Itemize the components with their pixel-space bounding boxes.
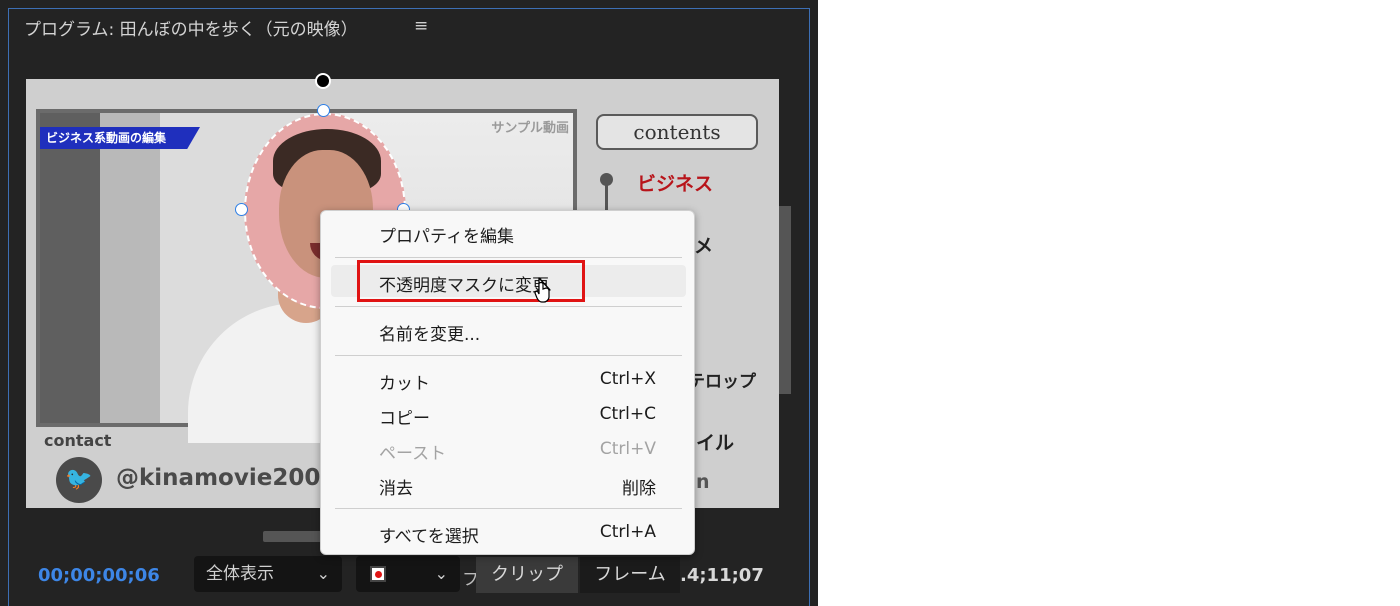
vertical-scrollbar[interactable] [779,206,791,394]
duration-timecode: .4;11;07 [680,565,764,586]
toc-item-2: メ [694,235,714,257]
menu-item-paste: ペースト Ctrl+V [379,439,656,464]
menu-item-select-all[interactable]: すべてを選択 Ctrl+A [331,516,686,548]
tab-clip[interactable]: クリップ [476,557,578,593]
panel-title: プログラム: 田んぼの中を歩く（元の映像） [24,20,358,40]
chevron-down-icon: ⌄ [316,564,330,583]
toc-item-3: テロップ [688,372,756,392]
tab-frame[interactable]: フレーム [580,557,680,593]
program-monitor-panel: プログラム: 田んぼの中を歩く（元の映像） ≡ ビジネス系動画の編集 サンプル動… [0,0,818,606]
mask-handle-top[interactable] [317,104,330,117]
mouse-cursor-icon [534,277,551,303]
contents-box: contents [596,114,758,150]
menu-separator [335,355,682,356]
menu-item-clear[interactable]: 消去 削除 [331,468,686,500]
record-select[interactable]: ⌄ [356,556,460,592]
contact-label: contact [44,431,112,450]
menu-separator [335,257,682,258]
sample-label: サンプル動画 [491,121,569,136]
toc-item-4: イル [696,432,735,454]
toc-item-business: ビジネス [637,173,714,195]
record-icon [370,566,386,582]
menu-item-cut[interactable]: カット Ctrl+X [331,363,686,395]
zoom-select[interactable]: 全体表示 ⌄ [194,556,342,592]
menu-item-copy[interactable]: コピー Ctrl+C [331,398,686,430]
panel-menu-icon[interactable]: ≡ [414,18,428,35]
menu-item-rename[interactable]: 名前を変更... [331,314,686,346]
mask-rotation-handle[interactable] [315,73,331,89]
chevron-down-icon: ⌄ [434,564,448,583]
playhead-timecode[interactable]: 00;00;00;06 [38,565,160,586]
twitter-icon: 🐦 [56,457,102,503]
menu-separator [335,306,682,307]
twitter-handle: @kinamovie2000 [116,465,337,491]
menu-separator [335,508,682,509]
zoom-select-value: 全体表示 [206,564,274,584]
video-tag: ビジネス系動画の編集 [40,127,200,149]
mask-handle-left[interactable] [235,203,248,216]
menu-item-edit-properties[interactable]: プロパティを編集 [331,216,686,248]
toc-item-5: n [696,471,710,493]
